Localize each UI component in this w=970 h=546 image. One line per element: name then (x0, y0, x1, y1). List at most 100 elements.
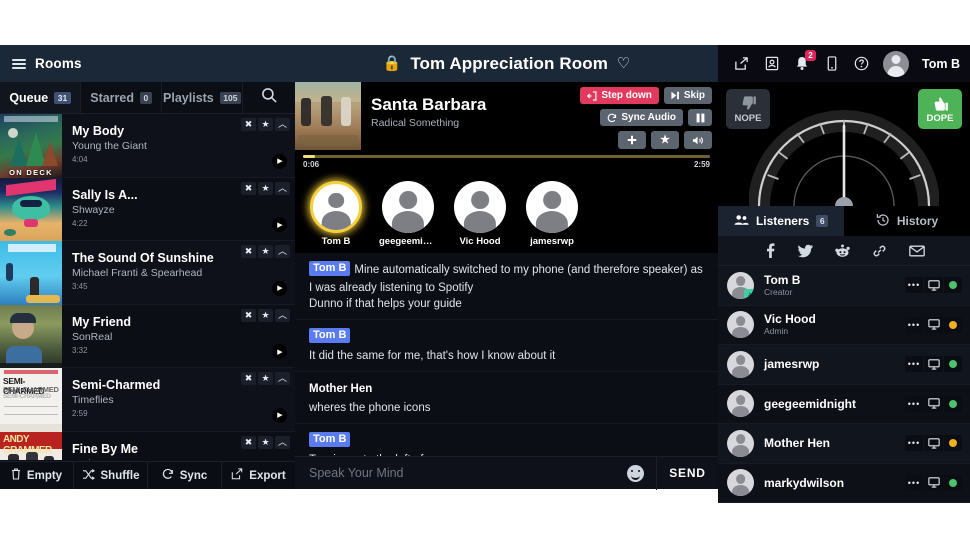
remove-icon[interactable]: ✖ (241, 435, 256, 449)
queue-item-artist: Timeflies (72, 394, 114, 406)
listener-actions: ••• (905, 356, 962, 373)
sync-audio-button[interactable]: Sync Audio (600, 109, 683, 126)
avatar[interactable] (883, 50, 910, 77)
remove-icon[interactable]: ✖ (241, 181, 256, 195)
desktop-icon[interactable] (924, 474, 943, 491)
social-share-row (718, 236, 970, 266)
dj-avatar[interactable]: jamesrwp (523, 181, 581, 247)
dj-avatar[interactable]: Vic Hood (451, 181, 509, 247)
queue-row[interactable]: Sally Is A... Shwayze 4:22 ✖ ★ ︿ ▶ (0, 177, 295, 241)
list-item[interactable]: Vic Hood Admin ••• (718, 305, 970, 345)
emoji-icon[interactable] (627, 464, 644, 482)
play-icon[interactable]: ▶ (272, 407, 287, 423)
remove-icon[interactable]: ✖ (241, 308, 256, 322)
progress-area[interactable]: 0:06 2:59 (295, 150, 718, 177)
step-down-button[interactable]: Step down (580, 87, 659, 104)
progress-bar[interactable] (303, 155, 710, 158)
star-icon[interactable]: ★ (258, 372, 273, 385)
empty-button[interactable]: Empty (0, 462, 74, 489)
queue-row[interactable]: ON DECK My Body Young the Giant 4:04 ✖ ★… (0, 114, 295, 178)
tab-playlists[interactable]: Playlists 105 (162, 82, 243, 113)
tab-listeners[interactable]: Listeners 6 (718, 206, 844, 236)
dj-avatar[interactable]: geegeemidn... (379, 181, 437, 247)
list-item[interactable]: geegeemidnight ••• (718, 384, 970, 424)
share-icon[interactable] (733, 55, 750, 72)
move-up-icon[interactable]: ︿ (275, 118, 290, 131)
notification-badge: 2 (805, 50, 817, 61)
volume-button[interactable] (684, 131, 712, 149)
export-label: Export (249, 469, 286, 482)
step-down-label: Step down (601, 90, 652, 101)
nope-button[interactable]: NOPE (726, 89, 770, 129)
more-options-icon[interactable]: ••• (905, 316, 923, 333)
remove-icon[interactable]: ✖ (241, 118, 256, 131)
star-icon[interactable]: ★ (258, 245, 273, 258)
add-to-queue-button[interactable] (618, 131, 646, 149)
list-item[interactable]: ♪ Tom B Creator ••• (718, 266, 970, 306)
move-up-icon[interactable]: ︿ (275, 372, 290, 385)
chat-input[interactable] (295, 466, 627, 480)
star-button[interactable]: ★ (651, 131, 679, 149)
remove-icon[interactable]: ✖ (241, 245, 256, 258)
queue-row[interactable]: The Sound Of Sunshine Michael Franti & S… (0, 241, 295, 305)
star-icon[interactable]: ★ (258, 308, 273, 322)
play-icon[interactable]: ▶ (272, 217, 287, 232)
dope-button[interactable]: DOPE (918, 89, 962, 129)
more-options-icon[interactable]: ••• (905, 395, 923, 412)
listener-role: Admin (764, 326, 789, 337)
tab-starred[interactable]: Starred 0 (81, 82, 162, 113)
rooms-button[interactable]: Rooms (0, 45, 295, 82)
play-icon[interactable]: ▶ (272, 344, 287, 359)
list-item[interactable]: Mother Hen ••• (718, 424, 970, 464)
send-button[interactable]: SEND (656, 456, 718, 490)
export-button[interactable]: Export (222, 462, 295, 489)
listener-actions: ••• (905, 316, 962, 333)
desktop-icon[interactable] (924, 277, 943, 294)
star-icon[interactable]: ★ (258, 435, 273, 449)
star-icon[interactable]: ★ (258, 181, 273, 195)
queue-row[interactable]: My Friend SonReal 3:32 ✖ ★ ︿ ▶ (0, 304, 295, 368)
chat-messages[interactable]: Tom B Mine automatically switched to my p… (295, 253, 718, 456)
skip-button[interactable]: Skip (663, 87, 712, 104)
email-icon[interactable] (909, 245, 925, 257)
more-options-icon[interactable]: ••• (905, 356, 923, 373)
queue-row[interactable]: ANDY GRAMMER Fine By Me Andy Grammer ✖ ★… (0, 431, 295, 460)
contact-card-icon[interactable] (763, 55, 780, 72)
desktop-icon[interactable] (924, 395, 943, 412)
move-up-icon[interactable]: ︿ (275, 308, 290, 322)
link-icon[interactable] (872, 244, 887, 258)
tab-queue[interactable]: Queue 31 (0, 82, 81, 113)
shuffle-button[interactable]: Shuffle (74, 462, 148, 489)
queue-list[interactable]: ON DECK My Body Young the Giant 4:04 ✖ ★… (0, 114, 295, 460)
move-up-icon[interactable]: ︿ (275, 181, 290, 195)
move-up-icon[interactable]: ︿ (275, 435, 290, 449)
more-options-icon[interactable]: ••• (905, 474, 923, 491)
dj-avatar[interactable]: Tom B (307, 181, 365, 247)
search-button[interactable] (243, 82, 295, 113)
facebook-icon[interactable] (763, 243, 776, 258)
desktop-icon[interactable] (924, 356, 943, 373)
more-options-icon[interactable]: ••• (905, 435, 923, 452)
heart-icon[interactable]: ♡ (617, 56, 630, 71)
more-options-icon[interactable]: ••• (905, 277, 923, 294)
bell-icon[interactable]: 2 (793, 50, 817, 72)
list-item[interactable]: jamesrwp ••• (718, 345, 970, 385)
list-item[interactable]: markydwilson ••• (718, 463, 970, 503)
sync-button[interactable]: Sync (148, 462, 222, 489)
play-icon[interactable]: ▶ (272, 153, 287, 169)
play-icon[interactable]: ▶ (272, 280, 287, 296)
tab-history[interactable]: History (844, 206, 970, 236)
help-icon[interactable] (853, 55, 870, 72)
queue-row[interactable]: SEMI-CHARMED SEMI-CHARMED SEMI-CHARMED S… (0, 368, 295, 432)
remove-icon[interactable]: ✖ (241, 372, 256, 385)
listeners-list[interactable]: ♪ Tom B Creator ••• Vic Hood Admin ••• j… (718, 266, 970, 503)
pause-button[interactable] (688, 109, 712, 126)
star-icon[interactable]: ★ (258, 118, 273, 131)
desktop-icon[interactable] (924, 435, 943, 452)
reddit-icon[interactable] (835, 244, 850, 258)
twitter-icon[interactable] (798, 244, 813, 258)
queue-item-time: 3:32 (72, 345, 88, 355)
desktop-icon[interactable] (924, 316, 943, 333)
move-up-icon[interactable]: ︿ (275, 245, 290, 258)
phone-icon[interactable] (823, 55, 840, 72)
